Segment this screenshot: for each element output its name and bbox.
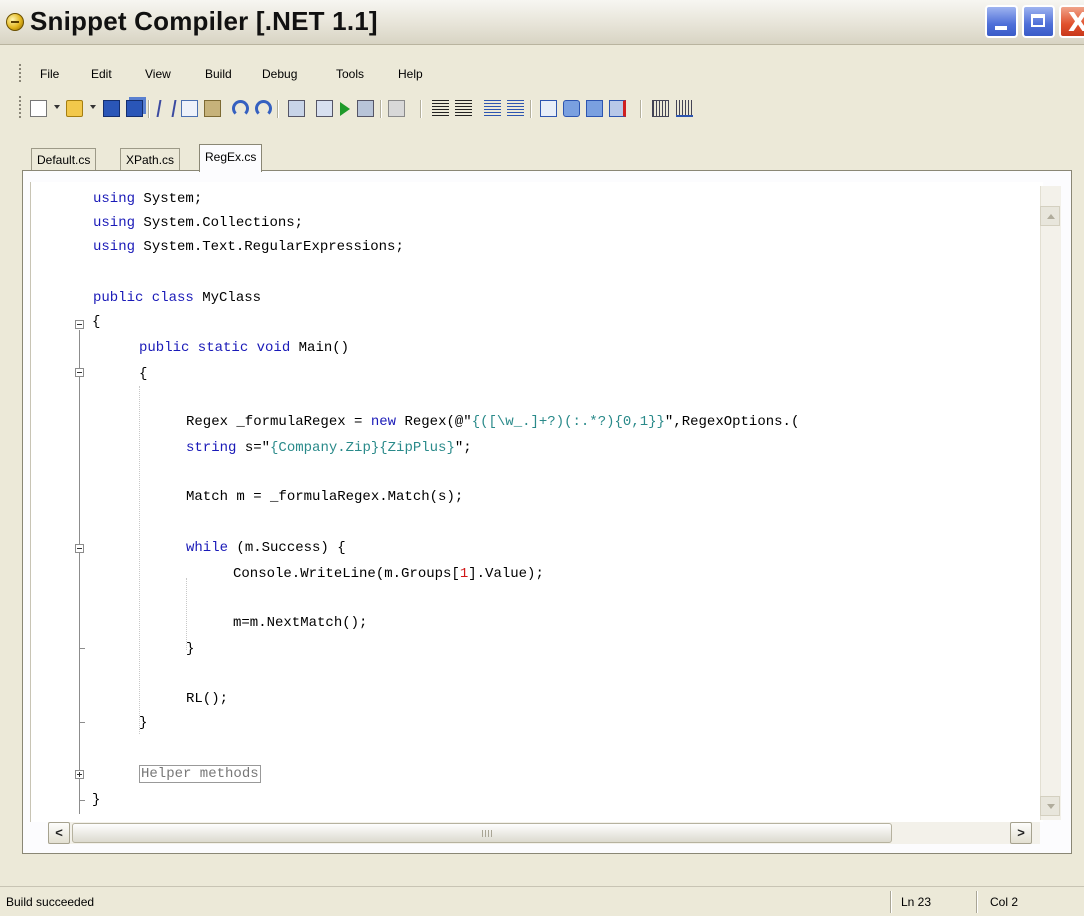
toolbar-separator: [420, 100, 422, 118]
status-message: Build succeeded: [6, 895, 95, 909]
fold-end-marker: [79, 800, 85, 801]
options-icon[interactable]: [676, 100, 693, 117]
code-line: m=m.NextMatch();: [233, 615, 368, 631]
stop-icon[interactable]: [388, 100, 405, 117]
minimize-button[interactable]: [985, 5, 1018, 38]
tab-regex-cs[interactable]: RegEx.cs: [199, 144, 263, 172]
horizontal-scrollbar[interactable]: < >: [48, 822, 1040, 844]
close-icon: X: [1068, 8, 1084, 38]
code-line: }: [139, 715, 148, 731]
code-line: Console.WriteLine(m.Groups[1].Value);: [233, 566, 544, 582]
menu-tools[interactable]: Tools: [336, 67, 364, 81]
paste-icon[interactable]: [204, 100, 221, 117]
references-icon[interactable]: [563, 100, 580, 117]
toolbar-separator: [380, 100, 382, 118]
outdent-icon[interactable]: [432, 100, 449, 117]
code-line: {: [139, 366, 148, 382]
open-folder-icon[interactable]: [66, 100, 83, 117]
status-bar: Build succeeded Ln 23 Col 2: [0, 886, 1084, 916]
code-text: using System; using System.Collections; …: [92, 182, 799, 808]
thumb-grip: [482, 830, 494, 837]
code-line: RL();: [186, 691, 229, 707]
cut-icon[interactable]: [156, 100, 177, 117]
code-line: while (m.Success) {: [186, 540, 346, 556]
fold-end-marker: [79, 722, 85, 723]
export-icon[interactable]: [586, 100, 603, 117]
indent-icon[interactable]: [455, 100, 472, 117]
tab-default-cs[interactable]: Default.cs: [31, 148, 97, 170]
vertical-scrollbar[interactable]: [1040, 186, 1061, 820]
calendar-icon[interactable]: [652, 100, 669, 117]
tab-strip: Default.cs XPath.cs RegEx.cs: [0, 142, 1084, 172]
new-dropdown-icon[interactable]: [54, 105, 60, 109]
fold-toggle-class[interactable]: [75, 320, 84, 329]
fold-toggle-helper[interactable]: [75, 770, 84, 779]
fold-end-marker: [79, 648, 85, 649]
toolbar-grip[interactable]: [19, 96, 21, 118]
code-editor[interactable]: using System; using System.Collections; …: [30, 182, 1043, 822]
main-window: Snippet Compiler [.NET 1.1] X File Edit …: [0, 0, 1084, 916]
save-icon[interactable]: [103, 100, 120, 117]
fold-line: [79, 330, 80, 814]
clear-icon[interactable]: [609, 100, 626, 117]
undo-icon[interactable]: [232, 100, 249, 117]
code-line: {: [92, 314, 101, 330]
code-line: }: [186, 641, 195, 657]
tab-xpath-cs[interactable]: XPath.cs: [120, 148, 181, 170]
code-line: public static void Main(): [139, 340, 350, 356]
code-line: using System.Collections;: [93, 215, 304, 231]
title-bar[interactable]: Snippet Compiler [.NET 1.1] X: [0, 0, 1084, 45]
form-icon[interactable]: [540, 100, 557, 117]
output-icon[interactable]: [316, 100, 333, 117]
code-line: using System.Text.RegularExpressions;: [93, 239, 404, 255]
run-with-args-icon[interactable]: [357, 100, 374, 117]
collapsed-region[interactable]: Helper methods: [139, 765, 261, 783]
build-icon[interactable]: [288, 100, 305, 117]
status-column: Col 2: [990, 895, 1019, 909]
horizontal-scroll-thumb[interactable]: [72, 823, 892, 843]
menu-view[interactable]: View: [145, 67, 171, 81]
window-title: Snippet Compiler [.NET 1.1]: [30, 6, 378, 36]
run-icon[interactable]: [340, 102, 350, 116]
fold-toggle-while[interactable]: [75, 544, 84, 553]
code-line: string s="{Company.Zip}{ZipPlus}";: [186, 440, 472, 456]
open-dropdown-icon[interactable]: [90, 105, 96, 109]
scroll-left-icon[interactable]: <: [48, 822, 70, 844]
code-line: }: [92, 792, 101, 808]
menu-help[interactable]: Help: [398, 67, 423, 81]
redo-icon[interactable]: [255, 100, 272, 117]
code-line: Regex _formulaRegex = new Regex(@"{([\w_…: [186, 414, 800, 430]
copy-icon[interactable]: [181, 100, 198, 117]
code-line: Match m = _formulaRegex.Match(s);: [186, 489, 464, 505]
app-icon: [6, 13, 24, 31]
save-all-icon[interactable]: [126, 100, 143, 117]
new-file-icon[interactable]: [30, 100, 47, 117]
code-line: Helper methods: [139, 762, 261, 786]
toolbar-separator: [148, 100, 150, 118]
toolbar-separator: [640, 100, 642, 118]
status-line: Ln 23: [901, 895, 932, 909]
scroll-down-icon[interactable]: [1040, 796, 1060, 816]
scroll-up-icon[interactable]: [1040, 206, 1060, 226]
menu-edit[interactable]: Edit: [91, 67, 112, 81]
status-divider: [890, 891, 892, 913]
toolbar: [0, 92, 1084, 122]
menubar-grip[interactable]: [19, 64, 21, 82]
code-line: using System;: [93, 191, 203, 207]
scroll-right-icon[interactable]: >: [1010, 822, 1032, 844]
menu-debug[interactable]: Debug: [262, 67, 297, 81]
menu-file[interactable]: File: [40, 67, 59, 81]
toolbar-separator: [277, 100, 279, 118]
status-divider: [976, 891, 978, 913]
fold-gutter: [31, 182, 85, 822]
uncomment-icon[interactable]: [507, 100, 524, 117]
close-button[interactable]: X: [1059, 5, 1084, 38]
menu-bar: File Edit View Build Debug Tools Help: [0, 60, 1084, 86]
toolbar-separator: [530, 100, 532, 118]
menu-build[interactable]: Build: [205, 67, 232, 81]
fold-toggle-main[interactable]: [75, 368, 84, 377]
maximize-button[interactable]: [1022, 5, 1055, 38]
code-line: public class MyClass: [93, 290, 262, 306]
comment-icon[interactable]: [484, 100, 501, 117]
